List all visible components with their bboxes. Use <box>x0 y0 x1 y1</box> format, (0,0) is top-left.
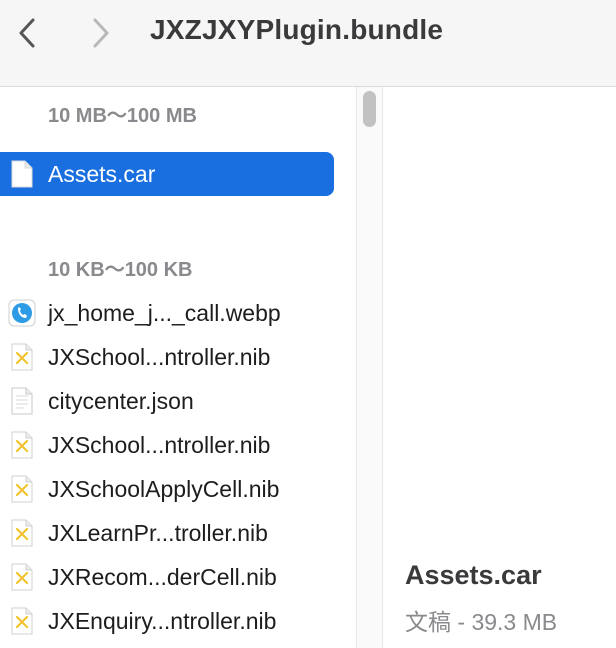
file-row-assets-car[interactable]: Assets.car <box>0 152 334 196</box>
file-row[interactable]: JXEnquiry...ntroller.nib <box>0 599 334 643</box>
back-button[interactable] <box>10 14 46 52</box>
file-row[interactable]: jx_home_j..._call.webp <box>0 291 334 335</box>
file-row[interactable]: citycenter.json <box>0 379 334 423</box>
window-title: JXZJXYPlugin.bundle <box>150 14 444 45</box>
file-name: citycenter.json <box>48 388 194 414</box>
forward-button[interactable] <box>82 14 118 52</box>
webp-image-icon <box>8 299 36 327</box>
file-row[interactable]: JXSchool...ntroller.nib <box>0 335 334 379</box>
document-icon <box>11 160 33 188</box>
file-row[interactable]: JXSchool...ntroller.nib <box>0 423 334 467</box>
preview-file-name: Assets.car <box>405 560 542 590</box>
nib-file-icon <box>11 431 33 459</box>
nib-file-icon <box>11 563 33 591</box>
scrollbar-thumb[interactable] <box>363 91 376 127</box>
preview-pane: Assets.car 文稿 - 39.3 MB <box>384 87 616 648</box>
file-row[interactable]: JXSchoolApplyCell.nib <box>0 467 334 511</box>
file-name: JXSchoolApplyCell.nib <box>48 476 280 502</box>
preview-file-info: 文稿 - 39.3 MB <box>405 609 558 635</box>
section-header: 10 MB～100 MB <box>48 105 197 127</box>
nib-file-icon <box>11 343 33 371</box>
file-name: Assets.car <box>48 161 156 187</box>
json-file-icon <box>11 387 33 415</box>
file-name: JXRecom...derCell.nib <box>48 564 277 590</box>
toolbar: JXZJXYPlugin.bundle <box>0 0 616 87</box>
vertical-scrollbar[interactable] <box>356 87 383 648</box>
nib-file-icon <box>11 475 33 503</box>
chevron-right-icon <box>93 18 109 48</box>
file-name: JXSchool...ntroller.nib <box>48 432 271 458</box>
file-name: JXEnquiry...ntroller.nib <box>48 608 277 634</box>
file-row[interactable]: JXLearnPr...troller.nib <box>0 511 334 555</box>
file-name: jx_home_j..._call.webp <box>48 300 281 326</box>
chevron-left-icon <box>19 18 35 48</box>
section-header: 10 KB～100 KB <box>48 259 193 281</box>
file-name: JXLearnPr...troller.nib <box>48 520 268 546</box>
file-name: JXSchool...ntroller.nib <box>48 344 271 370</box>
file-row[interactable]: JXRecom...derCell.nib <box>0 555 334 599</box>
nib-file-icon <box>11 607 33 635</box>
file-list[interactable]: 10 MB～100 MB Assets.car 10 KB～100 KB jx_… <box>0 87 356 648</box>
nib-file-icon <box>11 519 33 547</box>
